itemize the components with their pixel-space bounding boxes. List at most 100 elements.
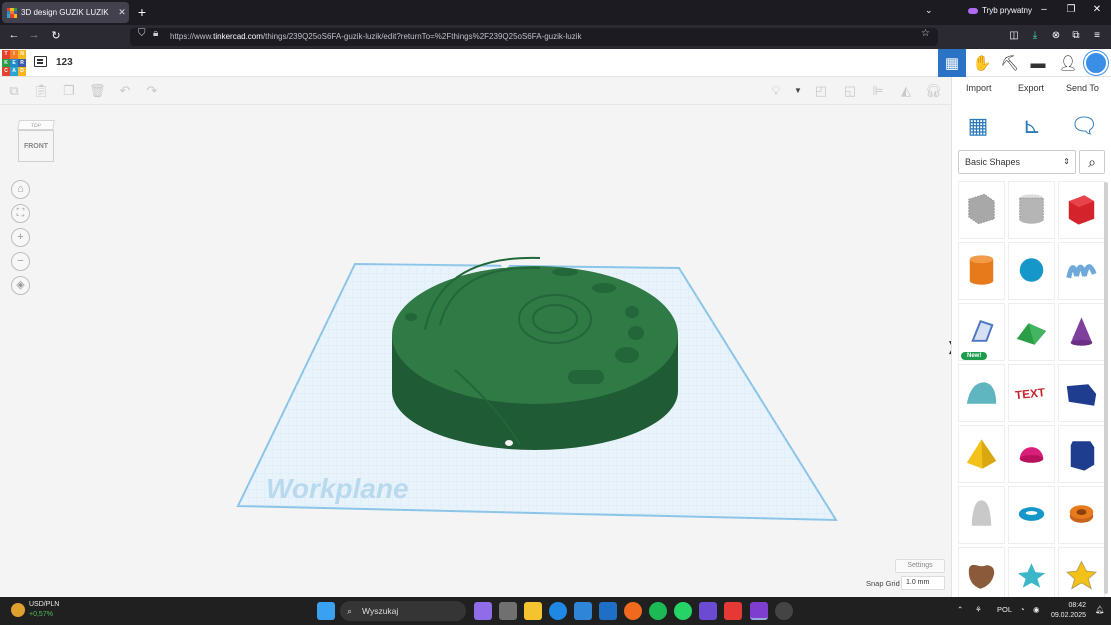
view-cube-top[interactable]: TOP [17,120,55,130]
redo-icon[interactable]: ↷ [144,83,160,99]
speaker-icon[interactable]: ◉ [1033,605,1040,614]
light-dropdown-icon[interactable]: ▼ [790,83,806,99]
close-window-button[interactable]: ✕ [1089,4,1105,15]
whatsapp-icon[interactable] [674,602,692,620]
outlook-icon[interactable] [574,602,592,620]
ungroup-icon[interactable]: ◱ [842,83,858,99]
minecraft-pickaxe-icon[interactable]: ⛏ [996,49,1024,77]
shape-box-hole[interactable] [958,181,1005,239]
tracking-shield-icon[interactable]: ⛉ [138,28,146,39]
taskbar-search[interactable]: ⌕ Wyszukaj [340,601,466,621]
tab-close-button[interactable]: ✕ [115,7,129,18]
shape-shape-generator[interactable]: New! [958,303,1005,361]
spotify-icon[interactable] [649,602,667,620]
export-button[interactable]: Export [1018,83,1044,93]
language-indicator[interactable]: POL [997,605,1012,614]
invite-user-icon[interactable]: 👤︎ [1054,49,1082,77]
media-player-icon[interactable] [775,602,793,620]
shape-round-roof[interactable] [958,364,1005,422]
shape-tube[interactable] [1058,486,1105,544]
forward-arrow-icon[interactable]: → [26,29,42,41]
home-view-icon[interactable]: ⌂ [11,180,30,199]
restore-window-button[interactable]: ❐ [1063,4,1079,15]
shape-text[interactable]: TEXT [1008,364,1055,422]
new-tab-button[interactable]: + [134,4,150,20]
shape-cylinder-hole[interactable] [1008,181,1055,239]
shape-cone[interactable] [1058,303,1105,361]
system-clock[interactable]: 08:42 09.02.2025 [1046,601,1086,621]
app-menu-icon[interactable]: ≡ [1089,30,1105,41]
shape-scribble[interactable] [1058,242,1105,300]
search-icon[interactable]: ⌕ [1079,150,1105,174]
notifications-icon[interactable]: 🔔︎ [1095,605,1105,614]
align-icon[interactable]: ⊫ [870,83,886,99]
task-view-icon[interactable] [499,602,517,620]
shape-roof[interactable] [1008,303,1055,361]
snap-grid-select[interactable]: 1.0 mm [901,576,945,590]
zoom-in-icon[interactable]: + [11,228,30,247]
shape-half-sphere[interactable] [1008,425,1055,483]
wps-office-icon[interactable] [724,602,742,620]
windows-start-icon[interactable] [317,602,335,620]
shape-cylinder[interactable] [958,242,1005,300]
extensions-puzzle-icon[interactable]: ⧉ [1068,30,1084,41]
duplicate-icon[interactable]: ❐ [61,83,77,99]
paste-icon[interactable]: 📋︎ [33,83,50,99]
tinkercad-logo[interactable]: TINKERCAD [2,50,26,76]
teams-icon[interactable] [699,602,717,620]
bricks-icon[interactable]: ▬ [1024,49,1052,77]
shape-box[interactable] [1058,181,1105,239]
extension-icon[interactable]: ⊗ [1048,30,1064,41]
copilot-icon[interactable] [474,602,492,620]
downloads-icon[interactable]: ⤓ [1027,30,1043,41]
group-icon[interactable]: ◰ [813,83,829,99]
design-menu-icon[interactable] [34,56,47,67]
firefox-icon[interactable] [624,602,642,620]
network-icon[interactable]: ⚘ [975,605,982,614]
import-button[interactable]: Import [966,83,992,93]
stock-widget-icon[interactable] [11,603,25,617]
light-bulb-icon[interactable]: 💡︎ [768,83,784,99]
workplane-scene[interactable]: Workplane [0,105,951,597]
shape-polygon[interactable] [1058,425,1105,483]
fit-view-icon[interactable]: ⛶ [11,204,30,223]
wifi-icon[interactable]: ◔ [1020,605,1025,614]
mirror-icon[interactable]: ◭ [898,83,914,99]
back-arrow-icon[interactable]: ← [6,29,22,41]
shape-sphere[interactable] [1008,242,1055,300]
pocket-icon[interactable]: ◫ [1006,30,1022,41]
bookmark-star-icon[interactable]: ☆ [921,28,930,39]
ruler-tool-icon[interactable]: ⊾ [1018,112,1046,140]
shape-torus[interactable] [1008,486,1055,544]
address-bar[interactable]: https://www.tinkercad.com/things/239Q25o… [130,28,938,46]
view-cube[interactable]: TOP FRONT [16,120,56,164]
minimize-window-button[interactable]: – [1036,4,1052,15]
reload-icon[interactable]: ↻ [48,29,64,42]
tab-tinkercad[interactable]: 3D design GUZIK LUZIK - Tinker ✕ [2,2,129,23]
stock-widget[interactable]: USD/PLN +0,57% [29,600,59,620]
tray-chevron-icon[interactable]: ⌃ [957,605,963,614]
list-tabs-chevron-icon[interactable]: ⌄ [925,5,933,16]
shape-paraboloid[interactable] [958,486,1005,544]
3d-view-grid-icon[interactable]: ▦ [938,49,966,77]
view-cube-front[interactable]: FRONT [18,130,54,162]
store-icon[interactable] [599,602,617,620]
firefox-private-icon[interactable] [750,602,768,620]
shapes-scrollbar[interactable] [1104,182,1108,594]
edge-icon[interactable] [549,602,567,620]
shape-library-select[interactable]: Basic Shapes ⇕ [958,150,1076,174]
copy-icon[interactable]: ⧉ [6,83,22,99]
lock-icon[interactable]: 🔒︎ [153,28,158,39]
cruise-icon[interactable]: 🎧︎ [925,83,942,99]
user-avatar[interactable] [1084,51,1108,75]
file-explorer-icon[interactable] [524,602,542,620]
shape-wedge[interactable] [1058,364,1105,422]
settings-button[interactable]: Settings [895,559,945,573]
project-title[interactable]: 123 [56,57,73,68]
notes-tool-icon[interactable]: 🗨︎ [1070,112,1098,140]
send-to-button[interactable]: Send To [1066,83,1099,93]
workplane-tool-icon[interactable]: ▦ [964,112,992,140]
zoom-out-icon[interactable]: − [11,252,30,271]
undo-icon[interactable]: ↶ [117,83,133,99]
guzik-button-model[interactable] [392,256,678,450]
